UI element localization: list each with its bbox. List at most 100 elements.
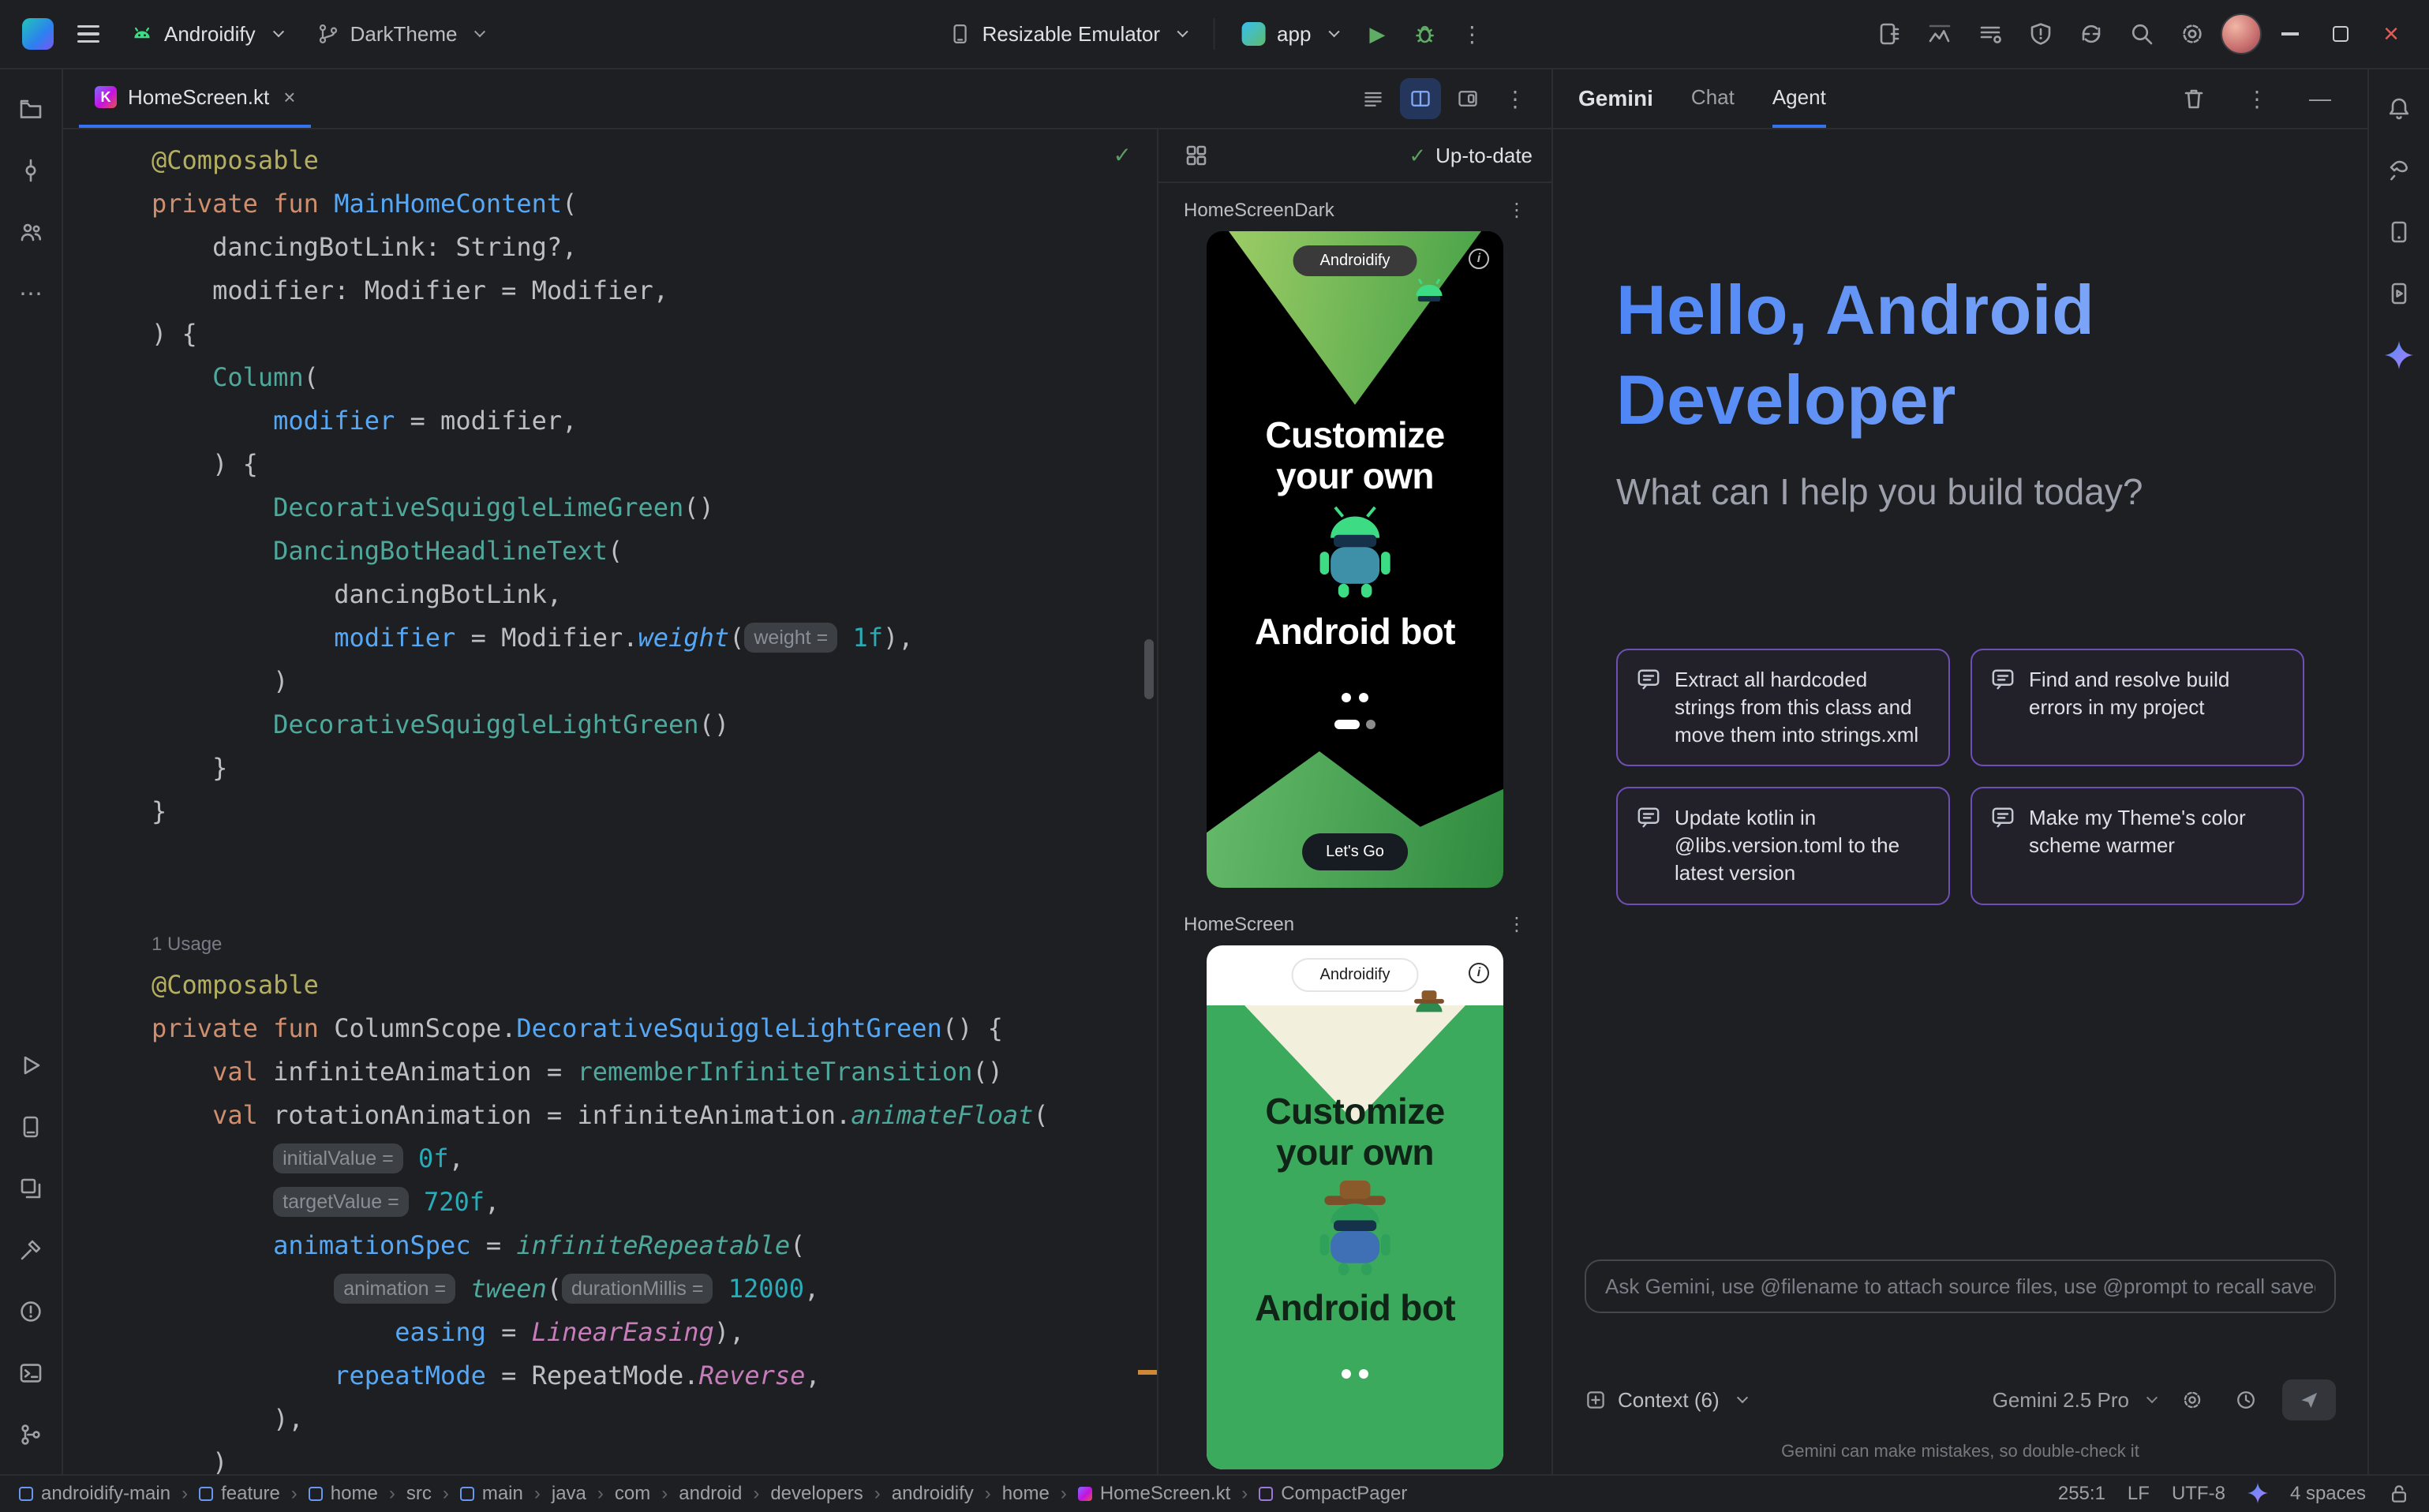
cursor-position[interactable]: 255:1 [2058,1483,2105,1505]
phone-preview-light[interactable]: Androidify i Customize your own [1207,945,1503,1469]
android-studio-logo-icon[interactable] [16,12,60,56]
project-folder-icon[interactable] [7,85,54,133]
tab-options-icon[interactable]: ⋮ [1495,78,1536,119]
breadcrumb-item[interactable]: home [309,1483,378,1505]
run-tool-icon[interactable] [7,1042,54,1089]
device-selector[interactable]: Resizable Emulator [935,14,1201,54]
code-line: private fun MainHomeContent( [152,182,1135,226]
running-devices-icon[interactable] [2375,270,2423,317]
breadcrumb-item[interactable]: androidify [892,1483,974,1505]
logcat-tool-icon[interactable] [7,1103,54,1151]
gemini-settings-icon[interactable] [2175,1383,2210,1417]
suggestion-card[interactable]: Update kotlin in @libs.version.toml to t… [1616,787,1950,904]
send-button[interactable] [2282,1379,2336,1420]
window-maximize-icon[interactable] [2319,12,2363,56]
design-view-icon[interactable] [1447,78,1488,119]
split-view-icon[interactable] [1400,78,1441,119]
divider [1214,18,1215,50]
line-ending[interactable]: LF [2128,1483,2150,1505]
close-tab-icon[interactable]: × [283,85,295,110]
indent-setting[interactable]: 4 spaces [2290,1483,2366,1505]
structure-icon[interactable] [7,208,54,256]
history-clock-icon[interactable] [2229,1383,2263,1417]
toolbar-more-menu-icon[interactable]: ⋮ [1450,12,1494,56]
gradle-icon[interactable] [2375,147,2423,194]
branch-selector[interactable]: DarkTheme [303,14,499,54]
breadcrumb-item[interactable]: src [406,1483,432,1505]
version-control-icon[interactable] [7,1411,54,1458]
preview-headline: your own [1207,455,1503,496]
run-button[interactable]: ▶ [1355,12,1399,56]
breadcrumb-item[interactable]: main [460,1483,523,1505]
breadcrumb-item[interactable]: android [679,1483,742,1505]
breadcrumb-separator: › [1241,1483,1248,1505]
preview-card-menu-icon[interactable]: ⋮ [1507,913,1526,936]
code-line: easing = LinearEasing), [152,1311,1135,1354]
search-icon[interactable] [2120,12,2164,56]
settings-gear-icon[interactable] [2170,12,2214,56]
device-streaming-icon[interactable] [1867,12,1911,56]
decorative-dots [1207,693,1503,702]
file-encoding[interactable]: UTF-8 [2172,1483,2225,1505]
breadcrumb-separator: › [753,1483,759,1505]
breadcrumb-item[interactable]: developers [770,1483,863,1505]
build-icon[interactable] [7,1226,54,1274]
breadcrumb-item[interactable]: home [1002,1483,1050,1505]
run-config-selector[interactable]: app [1228,14,1352,54]
device-manager-icon[interactable] [2375,208,2423,256]
breadcrumb-item[interactable]: HomeScreen.kt [1078,1483,1230,1505]
gemini-star-icon[interactable] [2375,331,2423,379]
problems-icon[interactable] [7,1288,54,1335]
preview-layout-icon[interactable] [1177,133,1215,178]
terminal-icon[interactable] [7,1349,54,1397]
breadcrumb-separator: › [661,1483,668,1505]
tab-agent[interactable]: Agent [1772,69,1826,128]
context-picker[interactable]: Context (6) [1585,1388,1746,1413]
breadcrumb-item[interactable]: CompactPager [1259,1483,1407,1505]
breadcrumb-item[interactable]: com [615,1483,650,1505]
clear-chat-trash-icon[interactable] [2172,77,2216,121]
user-avatar[interactable] [2221,13,2262,54]
main-menu-icon[interactable] [66,12,110,56]
more-tools-icon[interactable]: ⋯ [7,270,54,317]
app-name-pill: Androidify [1293,245,1417,276]
preview-scroll-area[interactable]: HomeScreenDark ⋮ Androidify i Customize … [1158,183,1551,1474]
tab-chat[interactable]: Chat [1691,69,1735,128]
gemini-spark-icon[interactable] [2247,1483,2268,1506]
debug-button[interactable] [1402,12,1447,56]
model-picker[interactable]: Gemini 2.5 Pro [1993,1388,2156,1413]
lock-icon[interactable] [2388,1483,2410,1506]
app-insights-icon[interactable] [2019,12,2063,56]
gemini-prompt-input[interactable] [1585,1259,2336,1313]
editor-scrollbar[interactable] [1144,639,1154,699]
gemini-options-icon[interactable]: ⋮ [2235,77,2279,121]
sync-project-icon[interactable] [2069,12,2113,56]
suggestion-card[interactable]: Make my Theme's color scheme warmer [1971,787,2304,904]
notifications-bell-icon[interactable] [2375,85,2423,133]
window-minimize-icon[interactable] [2268,12,2312,56]
breadcrumb-separator: › [291,1483,298,1505]
breadcrumb-item[interactable]: feature [199,1483,280,1505]
project-selector[interactable]: Androidify [117,14,297,54]
breadcrumb-item[interactable]: java [552,1483,586,1505]
info-icon[interactable]: i [1469,963,1489,983]
info-icon[interactable]: i [1469,249,1489,269]
lets-go-button[interactable]: Let's Go [1302,833,1408,870]
inspections-ok-icon[interactable]: ✓ [1113,142,1132,168]
preview-card-menu-icon[interactable]: ⋮ [1507,199,1526,222]
logcat-icon[interactable] [1968,12,2012,56]
editor-tab[interactable]: K HomeScreen.kt × [79,69,311,128]
code-lines: @Composableprivate fun MainHomeContent( … [152,139,1135,1474]
hide-panel-icon[interactable]: — [2298,77,2342,121]
app-inspection-icon[interactable] [7,1165,54,1212]
preview-card-header: HomeScreenDark ⋮ [1158,189,1551,231]
commit-icon[interactable] [7,147,54,194]
phone-preview-dark[interactable]: Androidify i Customize your own [1207,231,1503,888]
profiler-icon[interactable] [1918,12,1962,56]
code-view-icon[interactable] [1353,78,1394,119]
suggestion-card[interactable]: Extract all hardcoded strings from this … [1616,649,1950,766]
suggestion-card[interactable]: Find and resolve build errors in my proj… [1971,649,2304,766]
breadcrumb-item[interactable]: androidify-main [19,1483,170,1505]
window-close-icon[interactable]: × [2369,12,2413,56]
code-editor[interactable]: @Composableprivate fun MainHomeContent( … [63,129,1158,1474]
